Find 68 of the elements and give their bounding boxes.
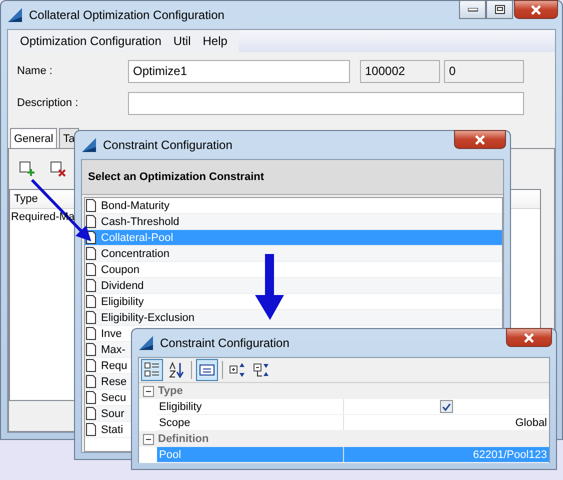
property-value: Global [514, 416, 548, 430]
item-label: Collateral-Pool [101, 232, 174, 244]
category-label: Type [158, 385, 183, 397]
property-name: Eligibility [157, 399, 344, 414]
item-label: Cash-Threshold [101, 216, 180, 228]
item-label: Eligibility-Exclusion [101, 312, 195, 324]
menu-item[interactable]: Util [167, 34, 197, 48]
item-label: Stati [101, 424, 124, 436]
toolbar-button[interactable] [141, 359, 163, 381]
close-button[interactable] [514, 0, 558, 19]
item-label: Secu [101, 392, 126, 404]
dialog-heading: Select an Optimization Constraint [82, 160, 503, 195]
logo-icon [7, 7, 23, 23]
list-item[interactable]: Eligibility-Exclusion [85, 310, 502, 326]
item-label: Sour [101, 408, 124, 420]
item-label: Coupon [101, 264, 140, 276]
list-item[interactable]: Dividend [85, 278, 502, 294]
item-label: Eligibility [101, 296, 144, 308]
id-field[interactable]: 100002 [360, 60, 440, 82]
field-label: Description : [17, 97, 80, 109]
logo-icon [138, 335, 154, 351]
close-button[interactable] [454, 130, 506, 149]
logo-icon [81, 137, 97, 153]
maximize-icon [494, 5, 504, 14]
menu-item[interactable]: Optimization Configuration [14, 34, 168, 48]
menu-item[interactable]: Help [196, 34, 234, 48]
property-name: Scope [157, 415, 344, 430]
list-item[interactable]: Cash-Threshold [85, 214, 502, 230]
version-field[interactable]: 0 [444, 60, 524, 82]
property-pages-icon [199, 364, 215, 376]
property-value: 62201/Pool123 [472, 448, 548, 462]
list-item[interactable]: Concentration [85, 246, 502, 262]
tab[interactable]: General [10, 128, 58, 148]
down-arrow [255, 254, 284, 320]
collapse-all-icon [253, 362, 271, 378]
add-icon[interactable] [19, 161, 35, 177]
property-name: Pool [157, 447, 344, 462]
property-row[interactable]: Eligibility [157, 399, 549, 415]
close-icon [523, 332, 535, 342]
description-field[interactable] [128, 92, 524, 114]
item-label: Inve [101, 328, 122, 340]
field-label: Name : [17, 65, 54, 77]
item-label: Max- [101, 344, 126, 356]
collapse-icon[interactable] [143, 434, 154, 444]
close-button[interactable] [506, 328, 552, 347]
toolbar-button[interactable] [196, 359, 218, 381]
item-label: Concentration [101, 248, 170, 260]
expand-all-icon [229, 362, 247, 378]
property-row[interactable]: Scope Global [157, 415, 549, 431]
item-label: Rese [101, 376, 127, 388]
name-field[interactable]: Optimize1 [128, 60, 350, 82]
minimize-icon [468, 8, 478, 12]
minimize-button[interactable] [459, 0, 486, 19]
maximize-button[interactable] [486, 0, 513, 19]
checkbox[interactable] [440, 400, 453, 413]
window-title: Collateral Optimization Configuration [29, 8, 224, 22]
item-label: Requ [101, 360, 128, 372]
close-icon [530, 4, 542, 14]
item-label: Dividend [101, 280, 144, 292]
sort-alphabetical-icon [168, 362, 184, 378]
collapse-icon[interactable] [143, 386, 154, 396]
close-icon [474, 134, 486, 144]
item-label: Bond-Maturity [101, 200, 170, 212]
dialog-title: Constraint Configuration [103, 138, 232, 152]
category-label: Definition [158, 433, 209, 445]
categorized-icon [144, 362, 160, 378]
delete-icon[interactable] [50, 161, 66, 177]
dialog-title: Constraint Configuration [160, 336, 290, 350]
